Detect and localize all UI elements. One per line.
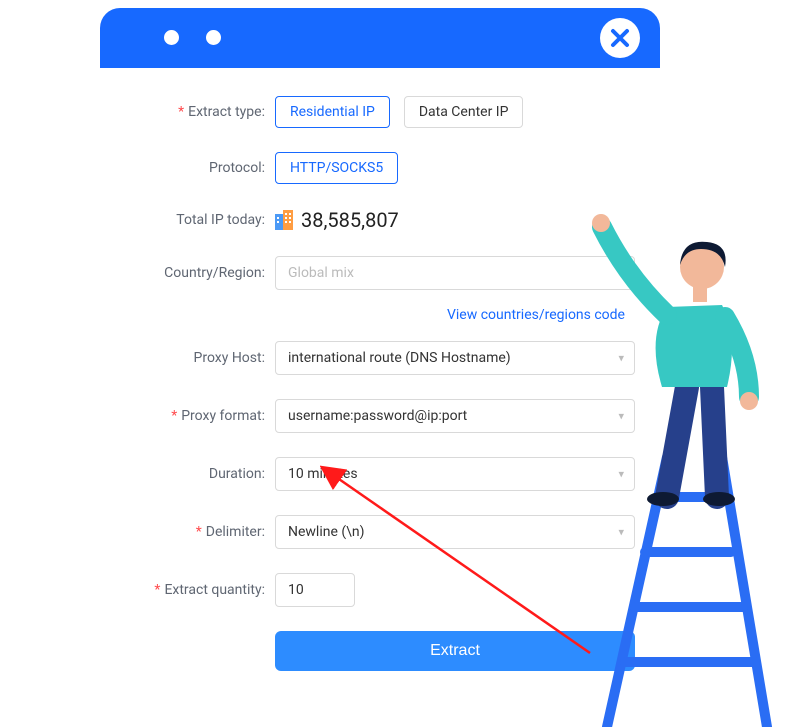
- total-ip-label: Total IP today:: [125, 212, 275, 228]
- close-icon: [608, 26, 632, 50]
- proxy-host-value: international route (DNS Hostname): [288, 350, 511, 366]
- proxy-host-label: Proxy Host:: [125, 350, 275, 366]
- extract-type-label: *Extract type:: [125, 104, 275, 120]
- chevron-down-icon: ▾: [618, 410, 624, 423]
- extract-type-option-residential[interactable]: Residential IP: [275, 96, 390, 128]
- chevron-down-icon: ▾: [618, 526, 624, 539]
- modal-window: *Extract type: Residential IP Data Cente…: [100, 8, 660, 727]
- chevron-down-icon: ▾: [618, 352, 624, 365]
- extract-qty-label: *Extract quantity:: [125, 582, 275, 598]
- country-label: Country/Region:: [125, 265, 275, 281]
- duration-value: 10 minutes: [288, 466, 358, 482]
- delimiter-select[interactable]: Newline (\n) ▾: [275, 515, 635, 549]
- close-button[interactable]: [600, 18, 640, 58]
- proxy-format-value: username:password@ip:port: [288, 408, 467, 424]
- total-ip-value: 38,585,807: [275, 208, 635, 232]
- proxy-host-select[interactable]: international route (DNS Hostname) ▾: [275, 341, 635, 375]
- extract-qty-input[interactable]: 10: [275, 573, 355, 607]
- window-dot-icon: [164, 30, 179, 45]
- country-placeholder: Global mix: [288, 265, 354, 281]
- extract-type-option-datacenter[interactable]: Data Center IP: [404, 96, 524, 128]
- proxy-format-label: *Proxy format:: [125, 408, 275, 424]
- country-select[interactable]: Global mix ▾: [275, 256, 635, 290]
- protocol-option[interactable]: HTTP/SOCKS5: [275, 152, 398, 184]
- chevron-down-icon: ▾: [618, 267, 624, 280]
- duration-select[interactable]: 10 minutes ▾: [275, 457, 635, 491]
- delimiter-label: *Delimiter:: [125, 524, 275, 540]
- duration-label: Duration:: [125, 466, 275, 482]
- view-countries-link[interactable]: View countries/regions code: [447, 307, 625, 323]
- proxy-format-select[interactable]: username:password@ip:port ▾: [275, 399, 635, 433]
- extract-form: *Extract type: Residential IP Data Cente…: [100, 68, 660, 671]
- delimiter-value: Newline (\n): [288, 524, 365, 540]
- extract-button[interactable]: Extract: [275, 631, 635, 671]
- protocol-label: Protocol:: [125, 160, 275, 176]
- extract-qty-value: 10: [288, 582, 304, 598]
- chevron-down-icon: ▾: [618, 468, 624, 481]
- window-dot-icon: [206, 30, 221, 45]
- building-icon: [275, 210, 293, 230]
- window-titlebar: [100, 8, 660, 68]
